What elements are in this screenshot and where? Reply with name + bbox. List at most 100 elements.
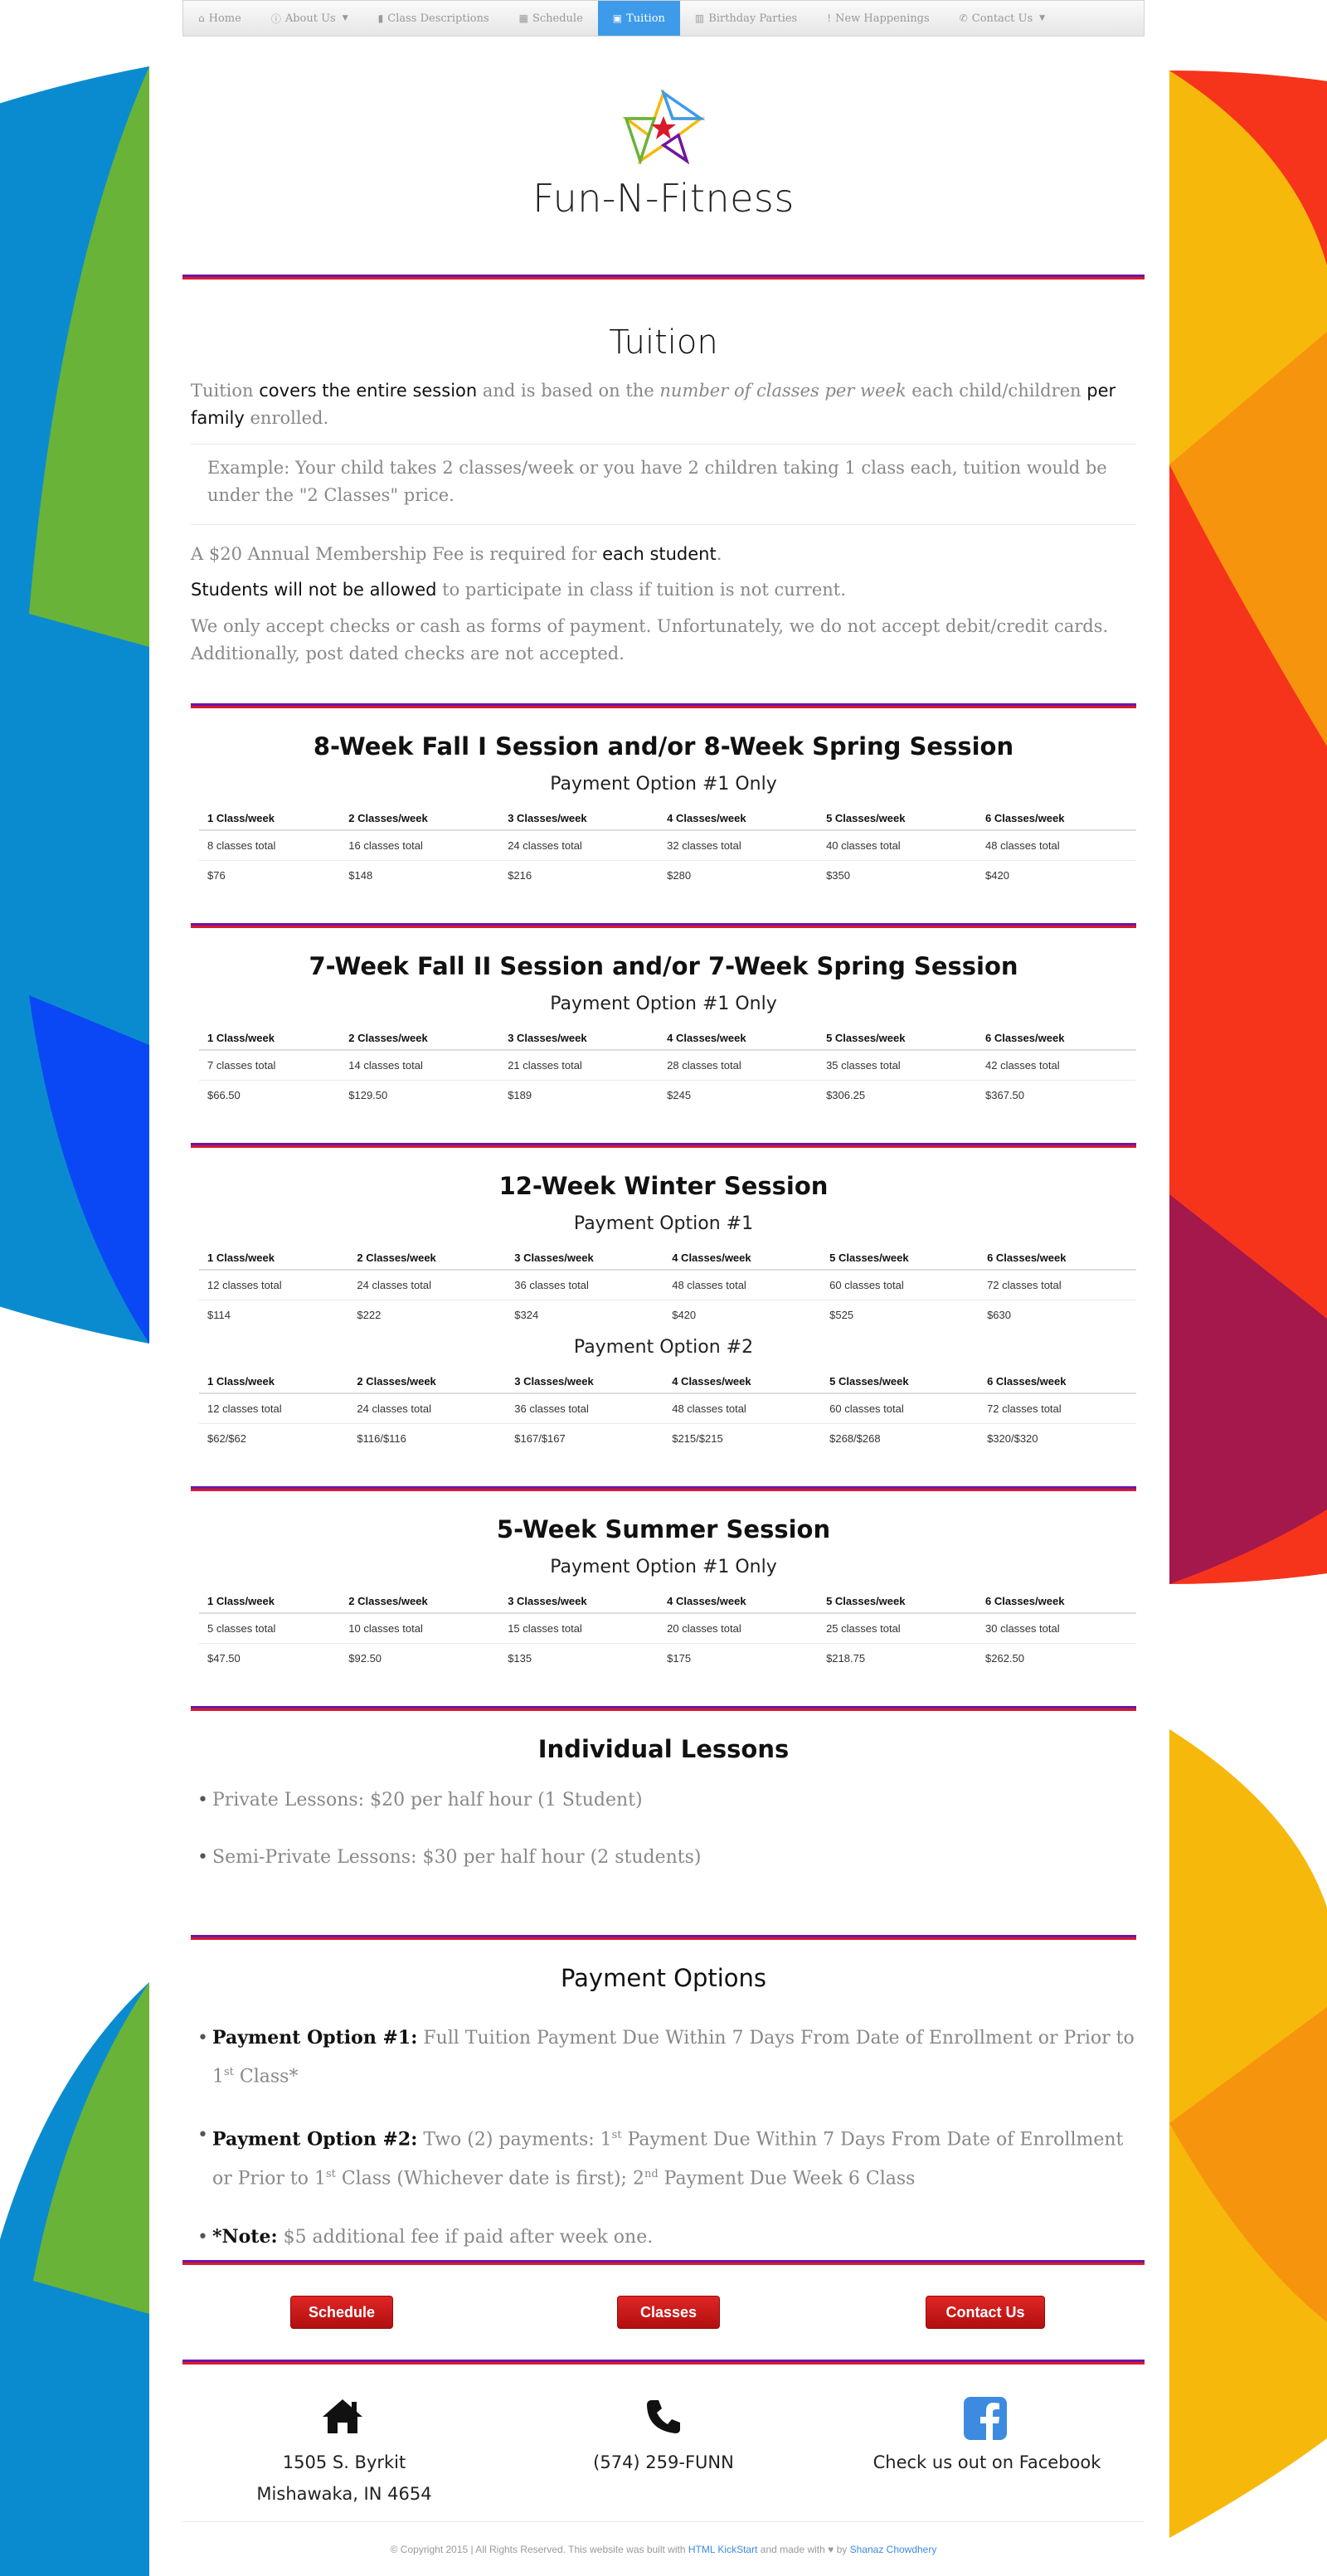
table-cell: $630	[987, 1309, 1011, 1321]
phone-icon	[647, 2400, 680, 2433]
phone-number[interactable]: (574) 259-FUNN	[556, 2447, 771, 2478]
table-header-row: 1 Class/week 2 Classes/week 3 Classes/week…	[199, 1589, 1136, 1614]
session-title: 5-Week Summer Session	[496, 1515, 831, 1543]
option-text: Two (2) payments: 1	[417, 2129, 612, 2151]
classes-button[interactable]: Classes	[617, 2296, 720, 2329]
home-icon	[323, 2399, 362, 2433]
nav-new-happenings[interactable]: ! New Happenings	[812, 1, 944, 36]
table-row: $76 $148 $216 $280 $350 $420	[199, 861, 1136, 891]
facebook-link[interactable]: Check us out on Facebook	[863, 2447, 1111, 2478]
table-cell: 24 classes total	[348, 1270, 507, 1300]
table-cell: $216	[508, 869, 532, 882]
copyright-text: © Copyright 2015 | All Rights Reserved. …	[390, 2544, 688, 2555]
nav-home[interactable]: ⌂ Home	[183, 1, 256, 36]
column-header: 6 Classes/week	[979, 1369, 1136, 1394]
table-cell: 60 classes total	[821, 1270, 979, 1300]
payment-option-label: Payment Option #1 Only	[550, 1557, 777, 1577]
table-cell: $525	[829, 1309, 854, 1321]
column-header: 4 Classes/week	[659, 1589, 819, 1614]
table-cell: $129.50	[348, 1089, 388, 1101]
tuition-table: 1 Class/week 2 Classes/week 3 Classes/week…	[199, 1246, 1136, 1329]
divider	[191, 1706, 1136, 1711]
table-cell: $350	[826, 869, 850, 882]
table-row: $114 $222 $324 $420 $525 $630	[199, 1300, 1136, 1330]
column-header: 3 Classes/week	[499, 806, 659, 831]
table-cell: 30 classes total	[977, 1613, 1136, 1644]
table-row: $62/$62 $116/$116 $167/$167 $215/$215 $268/$…	[199, 1424, 1136, 1454]
table-cell: 10 classes total	[340, 1613, 500, 1644]
divider	[191, 703, 1136, 708]
nav-class-label: Class Descriptions	[387, 12, 489, 25]
table-cell: $245	[667, 1089, 692, 1101]
table-cell: $320/$320	[987, 1432, 1038, 1445]
table-cell: $324	[514, 1309, 539, 1321]
option-sup: nd	[644, 2167, 659, 2180]
tuition-table: 1 Class/week 2 Classes/week 3 Classes/week…	[199, 1589, 1136, 1673]
nav-class-descriptions[interactable]: ▮ Class Descriptions	[363, 1, 504, 36]
table-cell: $114	[207, 1309, 231, 1321]
nav-schedule[interactable]: ▦ Schedule	[504, 1, 598, 36]
table-cell: 32 classes total	[659, 830, 819, 861]
table-header-row: 1 Class/week 2 Classes/week 3 Classes/week…	[199, 1026, 1136, 1051]
table-cell: 15 classes total	[499, 1613, 659, 1644]
divider	[191, 1935, 1136, 1940]
table-header-row: 1 Class/week 2 Classes/week 3 Classes/week…	[199, 1369, 1136, 1394]
table-cell: $262.50	[985, 1652, 1025, 1665]
column-header: 3 Classes/week	[506, 1369, 664, 1394]
list-item: Payment Option #2: Two (2) payments: 1st…	[191, 2118, 1136, 2195]
page-title: Tuition	[609, 323, 718, 362]
column-header: 4 Classes/week	[664, 1369, 822, 1394]
contact-us-button[interactable]: Contact Us	[926, 2296, 1045, 2329]
payment-option-label: Payment Option #2	[573, 1337, 754, 1358]
table-cell: $306.25	[826, 1089, 866, 1101]
copyright-text: by	[834, 2544, 850, 2555]
example-blockquote: Example: Your child takes 2 classes/week…	[191, 444, 1136, 525]
intro-text: and is based on the	[477, 381, 660, 401]
star-logo[interactable]	[622, 90, 705, 164]
table-cell: 8 classes total	[199, 830, 341, 861]
divider	[191, 923, 1136, 928]
column-header: 4 Classes/week	[659, 1026, 819, 1051]
column-header: 1 Class/week	[199, 806, 341, 831]
home-icon: ⌂	[198, 12, 205, 24]
table-cell: $135	[508, 1652, 532, 1665]
html-kickstart-link[interactable]: HTML KickStart	[688, 2544, 758, 2555]
column-header: 2 Classes/week	[340, 1026, 500, 1051]
divider	[191, 1486, 1136, 1491]
example-text: Example: Your child takes 2 classes/week…	[207, 458, 1107, 505]
table-cell: 40 classes total	[818, 830, 978, 861]
table-cell: 28 classes total	[659, 1050, 819, 1081]
author-link[interactable]: Shanaz Chowdhery	[850, 2544, 937, 2555]
table-cell: 16 classes total	[340, 830, 500, 861]
footer-divider	[182, 2521, 1145, 2522]
address-line-2: Mishawaka, IN 4654	[256, 2484, 432, 2504]
nav-about-us[interactable]: ⓘ About Us ▼	[256, 1, 363, 36]
schedule-button[interactable]: Schedule	[290, 2296, 393, 2329]
table-cell: $66.50	[207, 1089, 241, 1101]
page-container: ⌂ Home ⓘ About Us ▼ ▮ Class Descriptions ▦ Sc…	[182, 0, 1145, 2576]
option-sup: st	[325, 2167, 336, 2180]
copyright-text: and made with	[757, 2544, 829, 2555]
table-cell: $92.50	[348, 1652, 382, 1665]
option-text: Payment Due Week 6 Class	[658, 2167, 916, 2189]
exclamation-icon: !	[827, 12, 832, 24]
tuition-table: 1 Class/week 2 Classes/week 3 Classes/week…	[199, 1369, 1136, 1453]
payment-option-label: Payment Option #1	[573, 1213, 754, 1234]
intro-text: Tuition	[191, 381, 260, 401]
nav-contact-us[interactable]: ✆ Contact Us ▼	[945, 1, 1060, 36]
facebook-icon[interactable]	[964, 2397, 1007, 2440]
nav-birthday-parties[interactable]: ▥ Birthday Parties	[680, 1, 812, 36]
payment-methods-note: We only accept checks or cash as forms o…	[191, 616, 1109, 663]
current-bold: Students will not be allowed	[191, 580, 437, 600]
table-row: 8 classes total 16 classes total 24 classe…	[199, 830, 1136, 861]
top-navbar: ⌂ Home ⓘ About Us ▼ ▮ Class Descriptions ▦ Sc…	[182, 0, 1145, 36]
table-cell: $116/$116	[357, 1432, 406, 1445]
table-cell: $222	[357, 1309, 382, 1321]
note-label: *Note:	[212, 2225, 278, 2248]
membership-fee: A $20 Annual Membership Fee is required …	[191, 541, 1136, 568]
fee-bold: each student	[602, 544, 717, 564]
tuition-table: 1 Class/week 2 Classes/week 3 Classes/week…	[199, 806, 1136, 890]
nav-tuition[interactable]: ▣ Tuition	[597, 1, 680, 36]
address-line-1: 1505 S. Byrkit	[282, 2452, 406, 2472]
column-header: 3 Classes/week	[506, 1246, 664, 1271]
